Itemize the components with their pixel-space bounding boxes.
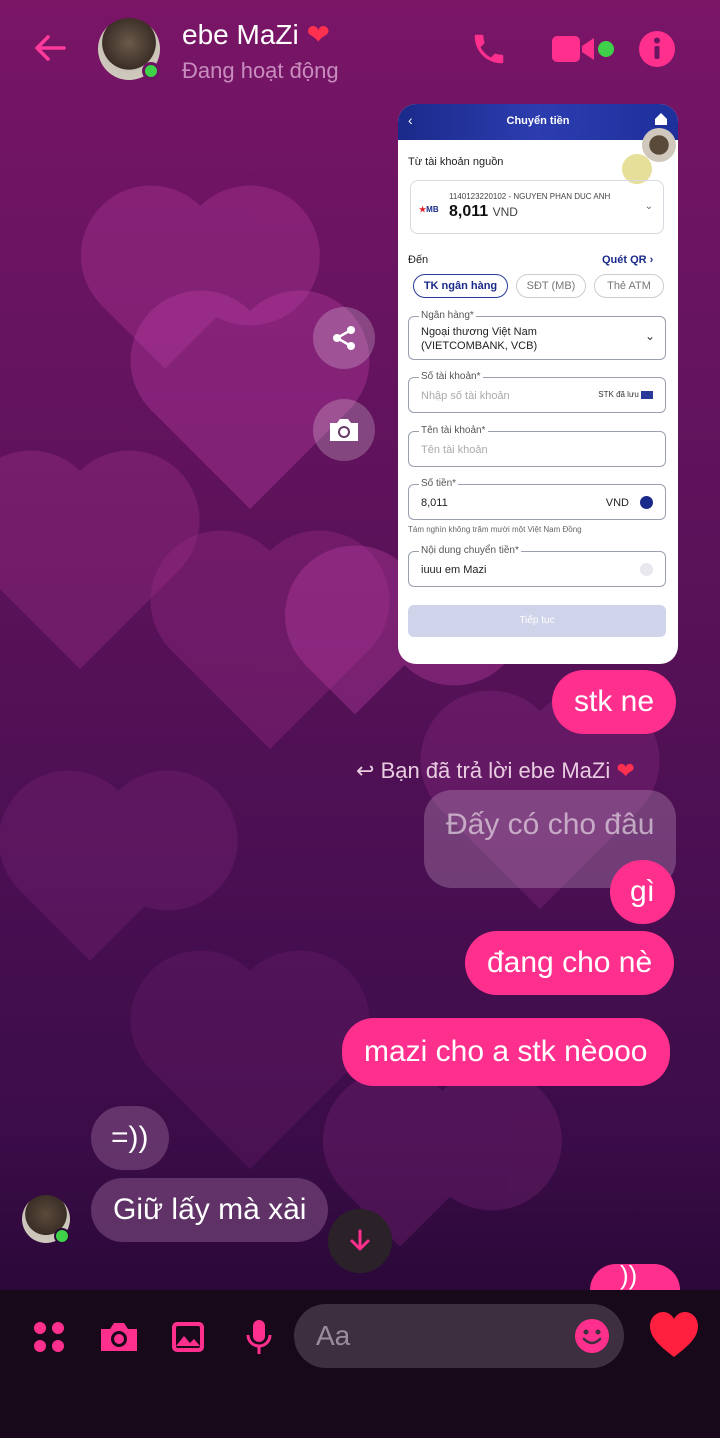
id-card-icon	[641, 390, 653, 399]
card-header: ‹ Chuyển tiền	[398, 104, 678, 140]
camera-icon	[101, 1323, 137, 1351]
transfer-screenshot-image[interactable]: ‹ Chuyển tiền Từ tài khoản nguồn ★MB 114…	[398, 104, 678, 664]
to-label: Đến	[408, 254, 429, 266]
transfer-note-input[interactable]: Nội dung chuyển tiền* iuuu em Mazi	[408, 545, 666, 587]
message-bubble-sent[interactable]: gì	[610, 860, 676, 924]
heart-icon	[650, 1312, 698, 1357]
video-call-button[interactable]	[552, 34, 596, 68]
heart-emoji-icon: ❤	[306, 19, 330, 50]
scan-qr-link[interactable]: Quét QR ›	[602, 254, 653, 266]
contact-status: Đang hoạt động	[182, 58, 339, 83]
camera-button[interactable]	[313, 399, 375, 461]
chevron-down-icon: ⌄	[644, 329, 655, 343]
microphone-icon	[246, 1320, 272, 1354]
account-number-line: 1140123220102 - NGUYEN PHAN DUC ANH	[449, 192, 611, 201]
message-bubble-sent[interactable]: mazi cho a stk nèooo	[342, 1018, 670, 1086]
image-icon	[172, 1322, 204, 1352]
message-bubble-sent[interactable]: đang cho nè	[465, 931, 675, 995]
video-camera-icon	[552, 36, 594, 62]
voice-call-button[interactable]	[470, 30, 508, 72]
grid-dots-icon	[34, 1322, 64, 1352]
info-icon	[639, 31, 675, 67]
card-avatar	[642, 128, 676, 162]
card-home-icon	[655, 113, 667, 125]
emoji-icon[interactable]	[574, 1318, 610, 1354]
continue-button[interactable]: Tiếp tục	[408, 605, 666, 637]
arrow-down-icon	[350, 1229, 370, 1251]
chat-header: ebe MaZi ❤ Đang hoạt động	[0, 0, 720, 100]
amount-input[interactable]: Số tiền* 8,011 VND	[408, 478, 666, 520]
phone-icon	[474, 34, 504, 64]
account-number-input[interactable]: Số tài khoản* Nhập số tài khoản STK đã l…	[408, 371, 666, 413]
amount-in-words: Tám nghìn không trăm mười một Việt Nam Đ…	[408, 525, 582, 534]
tab-bank-account[interactable]: TK ngân hàng	[413, 274, 508, 298]
share-button[interactable]	[313, 307, 375, 369]
message-composer: Aa	[0, 1290, 720, 1438]
from-account-label: Từ tài khoản nguồn	[408, 156, 504, 168]
message-bubble-sent[interactable]: stk ne	[552, 670, 677, 734]
reply-indicator: ↩ Bạn đã trả lời ebe MaZi ❤	[356, 758, 635, 783]
more-actions-button[interactable]	[32, 1320, 66, 1358]
mb-logo: ★MB	[419, 205, 439, 214]
scroll-to-bottom-button[interactable]	[328, 1209, 392, 1273]
heart-emoji-icon: ❤	[616, 758, 635, 783]
camera-button[interactable]	[98, 1320, 140, 1358]
tab-atm-card[interactable]: Thẻ ATM	[594, 274, 664, 298]
account-name-input[interactable]: Tên tài khoản* Tên tài khoản	[408, 425, 666, 467]
clear-icon[interactable]	[640, 563, 653, 576]
info-icon	[640, 496, 653, 509]
contact-name[interactable]: ebe MaZi ❤	[182, 18, 330, 51]
voice-record-button[interactable]	[244, 1318, 274, 1360]
chevron-down-icon: ⌄	[644, 201, 653, 212]
video-online-dot	[598, 41, 614, 57]
gallery-button[interactable]	[170, 1320, 206, 1358]
account-balance: 8,011 VND	[449, 203, 518, 220]
camera-icon	[330, 419, 358, 441]
message-bubble-received[interactable]: Giữ lấy mà xài	[91, 1178, 329, 1242]
arrow-left-icon	[35, 35, 66, 61]
message-bubble-received[interactable]: =))	[91, 1106, 169, 1170]
card-title: Chuyển tiền	[506, 115, 570, 127]
online-indicator	[54, 1228, 70, 1244]
message-bubble-sent-partial[interactable]: ))	[590, 1264, 680, 1290]
reply-arrow-icon: ↩	[356, 758, 375, 783]
saved-accounts-link[interactable]: STK đã lưu	[598, 390, 653, 399]
online-indicator	[142, 62, 160, 80]
info-button[interactable]	[638, 30, 676, 72]
share-icon	[333, 326, 355, 350]
heart-reaction-button[interactable]	[648, 1310, 700, 1364]
back-button[interactable]	[28, 26, 72, 70]
bank-select[interactable]: Ngân hàng* Ngoại thương Việt Nam (VIETCO…	[408, 310, 666, 360]
source-account-box: ★MB 1140123220102 - NGUYEN PHAN DUC ANH …	[410, 180, 664, 234]
tab-phone[interactable]: SĐT (MB)	[516, 274, 586, 298]
message-input[interactable]: Aa	[294, 1304, 624, 1368]
